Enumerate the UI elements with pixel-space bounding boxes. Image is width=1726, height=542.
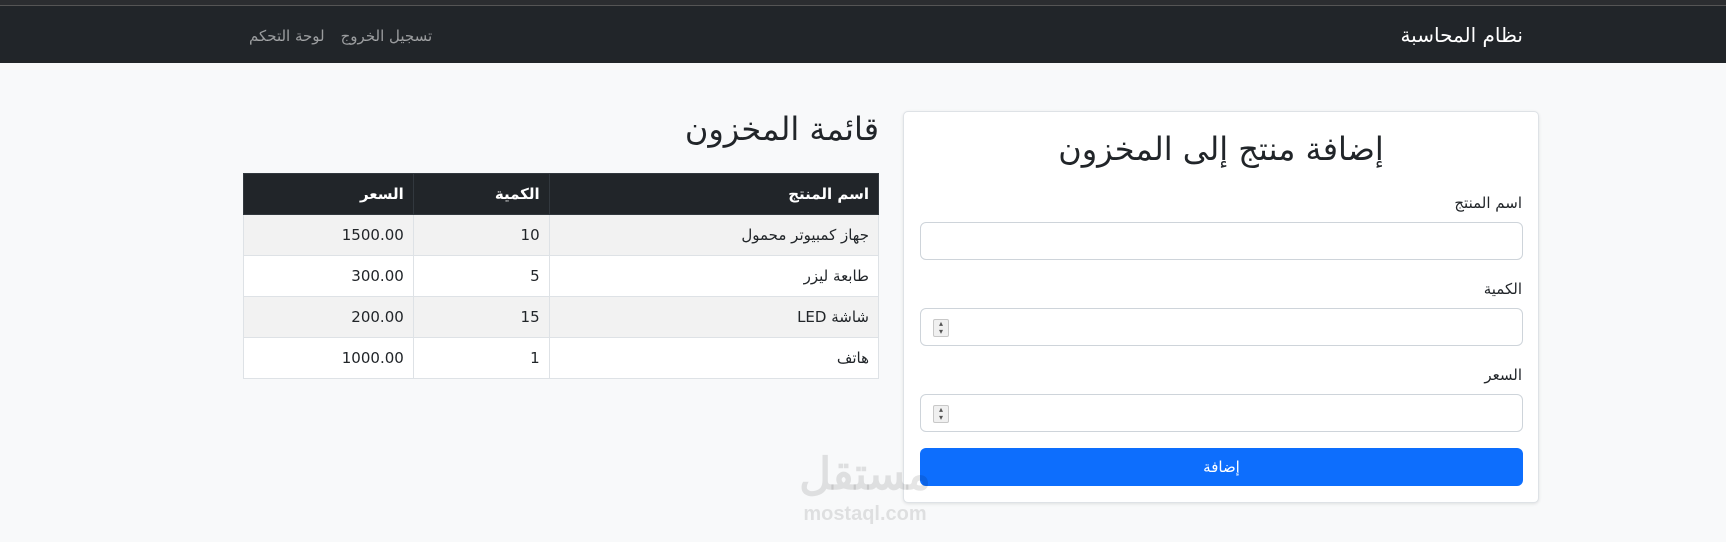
nav-link-dashboard[interactable]: لوحة التحكم <box>249 27 325 45</box>
product-name-input[interactable] <box>920 222 1523 260</box>
cell-product-name: طابعة ليزر <box>548 255 880 297</box>
add-product-card: إضافة منتج إلى المخزون اسم المنتج الكمية… <box>903 111 1539 503</box>
product-name-label: اسم المنتج <box>1454 194 1522 212</box>
inventory-table: اسم المنتج الكمية السعر جهاز كمبيوتر محم… <box>243 173 880 379</box>
quantity-label: الكمية <box>1483 280 1522 298</box>
nav-link-logout[interactable]: تسجيل الخروج <box>341 27 433 45</box>
quantity-spinner-icon[interactable]: ▴ ▾ <box>933 319 949 337</box>
table-row: شاشة LED 15 200.00 <box>243 296 880 338</box>
column-header-quantity: الكمية <box>412 173 550 215</box>
cell-price: 300.00 <box>243 255 414 297</box>
add-button[interactable]: إضافة <box>920 448 1523 486</box>
cell-quantity: 5 <box>412 255 550 297</box>
cell-product-name: هاتف <box>548 337 880 379</box>
cell-product-name: جهاز كمبيوتر محمول <box>548 214 880 256</box>
table-row: طابعة ليزر 5 300.00 <box>243 255 880 297</box>
price-label: السعر <box>1484 366 1522 384</box>
cell-quantity: 10 <box>412 214 550 256</box>
table-row: جهاز كمبيوتر محمول 10 1500.00 <box>243 214 880 256</box>
quantity-input[interactable]: ▴ ▾ <box>920 308 1523 346</box>
table-row: هاتف 1 1000.00 <box>243 337 880 379</box>
table-header-row: اسم المنتج الكمية السعر <box>243 173 880 215</box>
cell-price: 1000.00 <box>243 337 414 379</box>
add-product-title: إضافة منتج إلى المخزون <box>1058 130 1384 168</box>
cell-product-name: شاشة LED <box>548 296 880 338</box>
column-header-product-name: اسم المنتج <box>548 173 880 215</box>
cell-quantity: 15 <box>412 296 550 338</box>
inventory-title: قائمة المخزون <box>684 110 879 148</box>
watermark-arabic-text: مستقل <box>799 450 931 499</box>
column-header-price: السعر <box>243 173 414 215</box>
price-input[interactable]: ▴ ▾ <box>920 394 1523 432</box>
navbar-links: لوحة التحكم تسجيل الخروج <box>249 27 432 45</box>
navbar: نظام المحاسبة لوحة التحكم تسجيل الخروج <box>0 6 1726 63</box>
navbar-brand[interactable]: نظام المحاسبة <box>1400 23 1523 47</box>
cell-quantity: 1 <box>412 337 550 379</box>
cell-price: 200.00 <box>243 296 414 338</box>
cell-price: 1500.00 <box>243 214 414 256</box>
watermark-english-text: mostaql.com <box>803 503 927 525</box>
price-spinner-icon[interactable]: ▴ ▾ <box>933 405 949 423</box>
